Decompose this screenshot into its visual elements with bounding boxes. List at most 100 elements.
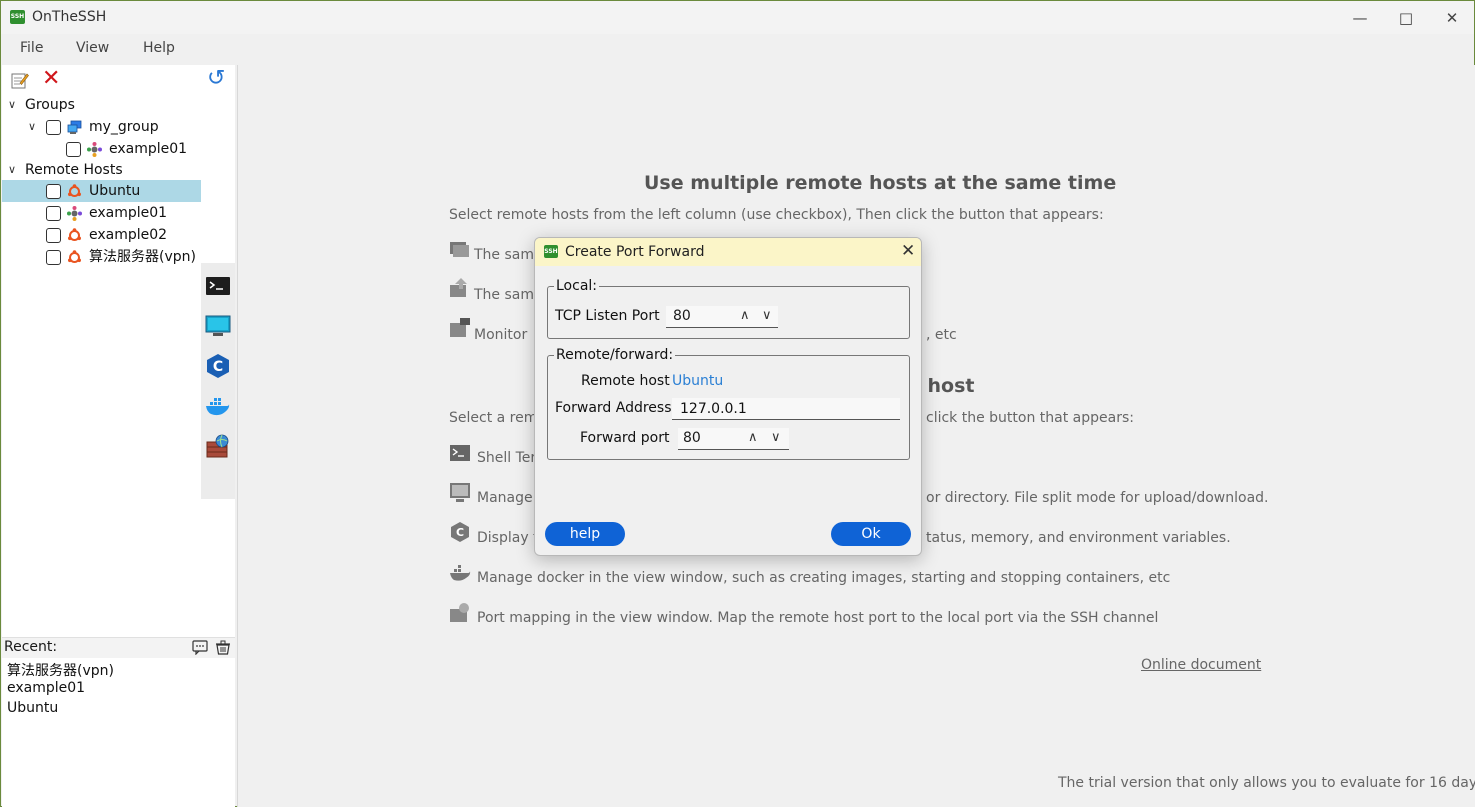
system-info-icon[interactable]: C <box>205 353 231 379</box>
remote-host-label: Remote host <box>581 373 670 389</box>
host-algorithm-server-checkbox[interactable] <box>46 250 61 265</box>
terminal-icon[interactable] <box>205 273 231 299</box>
online-document-link[interactable]: Online document <box>1141 657 1261 673</box>
chevron-down-icon[interactable]: ∨ <box>771 430 781 445</box>
group-example01-checkbox[interactable] <box>66 142 81 157</box>
tree-node-host-example02[interactable]: example02 <box>2 224 201 246</box>
ok-button[interactable]: Ok <box>831 522 911 546</box>
maximize-button[interactable]: □ <box>1383 5 1429 31</box>
system-info-gray-icon: C <box>451 522 469 542</box>
host-action-strip: C <box>201 263 235 499</box>
host-example02-checkbox[interactable] <box>46 228 61 243</box>
app-window: SSH OnTheSSH — □ ✕ File View Help ✕ ↺ ∨ … <box>0 0 1475 807</box>
single-item-tail: or directory. File split mode for upload… <box>926 490 1269 506</box>
broadcast-shell-icon <box>450 242 469 257</box>
chevron-down-icon[interactable]: ∨ <box>762 308 772 323</box>
remote-host-value[interactable]: Ubuntu <box>672 373 723 389</box>
minimize-button[interactable]: — <box>1337 5 1383 31</box>
host-ubuntu-checkbox[interactable] <box>46 184 61 199</box>
multi-host-heading: Use multiple remote hosts at the same ti… <box>644 172 1117 194</box>
file-manager-icon[interactable] <box>205 313 231 339</box>
menu-bar: File View Help <box>1 34 1474 62</box>
forward-port-stepper[interactable]: 80 ∧ ∨ <box>678 428 789 450</box>
shell-terminal-icon <box>450 445 470 461</box>
tree-node-host-example01[interactable]: example01 <box>2 202 201 224</box>
tree-node-remote-hosts[interactable]: ∨ Remote Hosts <box>2 159 201 181</box>
single-item: Port mapping in the view window. Map the… <box>477 610 1159 626</box>
create-port-forward-dialog: SSH Create Port Forward ✕ Local: TCP Lis… <box>534 237 922 556</box>
multi-item: The same <box>474 287 543 303</box>
monitor-icon <box>450 318 470 337</box>
single-host-instructions: Select a remo <box>449 410 546 426</box>
recent-item[interactable]: example01 <box>7 680 85 696</box>
chevron-down-icon[interactable]: ∨ <box>28 116 36 138</box>
delete-icon[interactable]: ✕ <box>42 68 60 90</box>
docker-icon[interactable] <box>205 393 231 419</box>
multi-item: Monitor <box>474 327 528 343</box>
clear-recent-icon[interactable] <box>215 640 231 655</box>
recent-title: Recent: <box>4 639 58 655</box>
tree-node-host-algorithm-server[interactable]: 算法服务器(vpn) <box>2 246 201 268</box>
my-group-checkbox[interactable] <box>46 120 61 135</box>
tcp-listen-port-label: TCP Listen Port <box>555 308 660 324</box>
single-host-instructions-tail: click the button that appears: <box>926 410 1134 426</box>
forward-port-label: Forward port <box>580 430 670 446</box>
port-forward-icon[interactable] <box>205 433 231 459</box>
recent-panel: Recent: 算法服务器(vpn) example01 Ubuntu <box>2 637 235 807</box>
dialog-title-bar: SSH Create Port Forward ✕ <box>535 238 921 266</box>
menu-help[interactable]: Help <box>143 40 175 56</box>
svg-text:C: C <box>213 359 223 375</box>
trial-notice: The trial version that only allows you t… <box>1058 775 1475 791</box>
remote-forward-legend: Remote/forward: <box>556 347 674 363</box>
single-item-tail: tatus, memory, and environment variables… <box>926 530 1231 546</box>
close-button[interactable]: ✕ <box>1429 5 1475 31</box>
multi-host-instructions: Select remote hosts from the left column… <box>449 207 1104 223</box>
title-bar: SSH OnTheSSH — □ ✕ <box>1 1 1474 34</box>
recent-header: Recent: <box>2 638 235 658</box>
tree-node-group-example01[interactable]: example01 <box>2 138 201 160</box>
forward-port-value: 80 <box>683 430 701 446</box>
forward-address-input[interactable] <box>672 398 900 420</box>
ssh-app-icon: SSH <box>10 10 25 24</box>
chat-icon[interactable] <box>192 640 208 655</box>
broadcast-upload-icon <box>450 278 467 297</box>
tcp-listen-port-stepper[interactable]: 80 ∧ ∨ <box>666 306 778 328</box>
single-item: Display t <box>477 530 539 546</box>
ubuntu-icon <box>68 250 81 263</box>
dialog-close-icon[interactable]: ✕ <box>901 241 915 261</box>
dialog-title: Create Port Forward <box>565 244 705 260</box>
port-mapping-gray-icon <box>450 603 469 622</box>
tcp-listen-port-value: 80 <box>673 308 691 324</box>
chevron-up-icon[interactable]: ∧ <box>748 430 758 445</box>
edit-icon[interactable] <box>11 71 29 89</box>
linux-distro-icon <box>67 206 82 221</box>
help-button[interactable]: help <box>545 522 625 546</box>
recent-item[interactable]: 算法服务器(vpn) <box>7 660 114 680</box>
menu-file[interactable]: File <box>20 40 43 56</box>
chevron-down-icon[interactable]: ∨ <box>8 94 16 116</box>
app-title: OnTheSSH <box>32 9 107 25</box>
tree-node-host-ubuntu[interactable]: Ubuntu <box>2 180 201 202</box>
single-item: Manage <box>477 490 533 506</box>
host-example01-checkbox[interactable] <box>46 206 61 221</box>
local-legend: Local: <box>556 278 598 294</box>
network-group-icon <box>67 120 82 134</box>
recent-item[interactable]: Ubuntu <box>7 700 58 716</box>
tree-node-my-group[interactable]: ∨ my_group <box>2 116 201 138</box>
ubuntu-icon <box>68 228 81 241</box>
chevron-up-icon[interactable]: ∧ <box>740 308 750 323</box>
svg-text:C: C <box>456 526 464 539</box>
linux-distro-icon <box>87 142 102 157</box>
multi-item-tail: , etc <box>926 327 957 343</box>
chevron-down-icon[interactable]: ∨ <box>8 159 16 181</box>
menu-view[interactable]: View <box>76 40 109 56</box>
tree-node-groups[interactable]: ∨ Groups <box>2 94 201 116</box>
docker-gray-icon <box>450 565 471 581</box>
multi-item: The same <box>474 247 543 263</box>
file-manager-gray-icon <box>450 483 470 502</box>
single-item: Manage docker in the view window, such a… <box>477 570 1171 586</box>
refresh-icon[interactable]: ↺ <box>207 68 225 90</box>
single-item: Shell Ter <box>477 450 537 466</box>
ssh-app-icon: SSH <box>544 245 558 258</box>
forward-address-label: Forward Address <box>555 400 672 416</box>
